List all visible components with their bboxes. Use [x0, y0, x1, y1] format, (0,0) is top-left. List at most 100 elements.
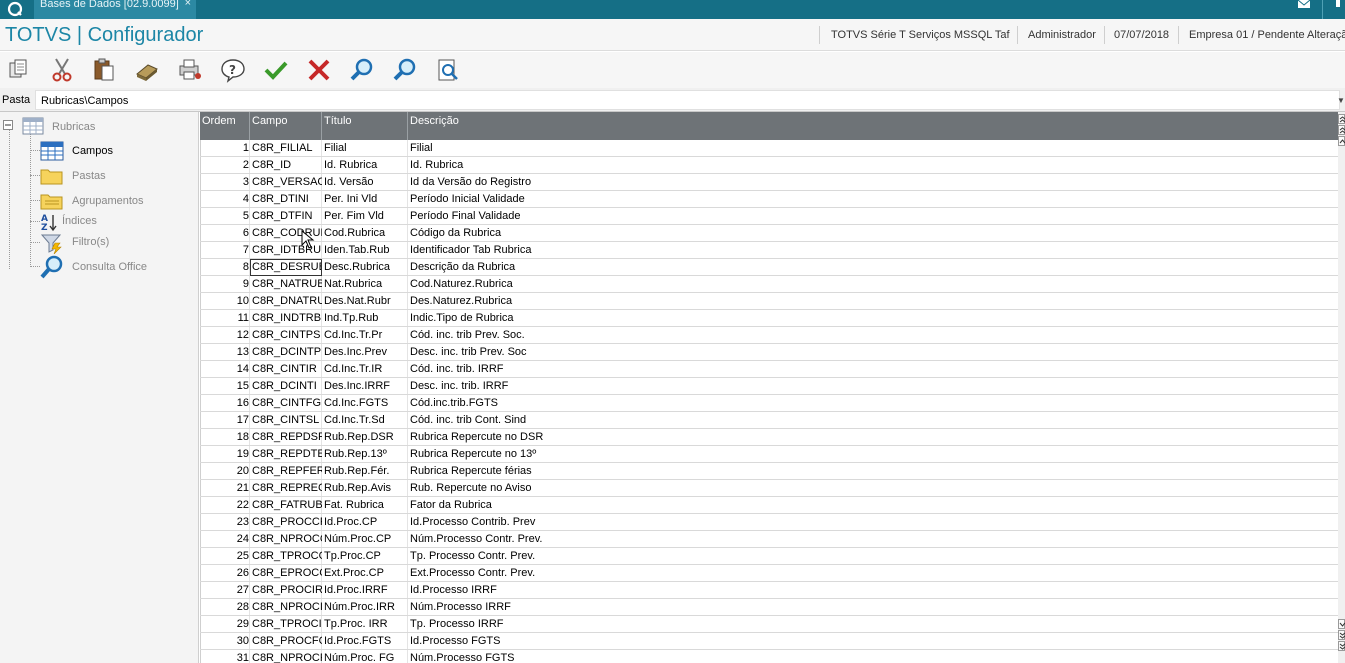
cell-ordem[interactable]: 23	[200, 516, 249, 528]
cell-campo[interactable]: C8R_DTINI	[252, 193, 322, 205]
cell-campo[interactable]: C8R_DCINTI	[252, 380, 322, 392]
cell-descricao[interactable]: Cód.inc.trib.FGTS	[410, 397, 1310, 409]
cell-descricao[interactable]: Id.Processo FGTS	[410, 635, 1310, 647]
cell-campo[interactable]: C8R_DNATRU	[252, 295, 322, 307]
cell-campo[interactable]: C8R_NPROCF	[252, 652, 322, 663]
confirm-button[interactable]	[263, 57, 289, 83]
table-row[interactable]: 9 C8R_NATRUB Nat.Rubrica Cod.Naturez.Rubric…	[200, 276, 1338, 293]
cell-ordem[interactable]: 21	[200, 482, 249, 494]
cell-ordem[interactable]: 8	[200, 261, 249, 273]
tree-item-indices[interactable]: A Z Índices	[40, 212, 190, 232]
cell-ordem[interactable]: 16	[200, 397, 249, 409]
table-row[interactable]: 27 C8R_PROCIR Id.Proc.IRRF Id.Processo IRRF	[200, 582, 1338, 599]
table-row[interactable]: 7 C8R_IDTBRU Iden.Tab.Rub Identificador Tab…	[200, 242, 1338, 259]
chevron-down-icon[interactable]: ▼	[1337, 96, 1345, 105]
cell-campo[interactable]: C8R_CINTIR	[252, 363, 322, 375]
cell-titulo[interactable]: Ind.Tp.Rub	[324, 312, 408, 324]
tree-item-pastas[interactable]: Pastas	[40, 165, 190, 187]
scroll-up-button[interactable]	[1338, 136, 1345, 146]
table-row[interactable]: 22 C8R_FATRUB Fat. Rubrica Fator da Rubrica	[200, 497, 1338, 514]
table-row[interactable]: 10 C8R_DNATRU Des.Nat.Rubr Des.Naturez.Rubr…	[200, 293, 1338, 310]
cell-titulo[interactable]: Iden.Tab.Rub	[324, 244, 408, 256]
cell-descricao[interactable]: Núm.Processo FGTS	[410, 652, 1310, 663]
cell-titulo[interactable]: Cd.Inc.Tr.Pr	[324, 329, 408, 341]
cell-titulo[interactable]: Des.Inc.Prev	[324, 346, 408, 358]
tree-item-rubricas[interactable]: Rubricas	[3, 116, 193, 136]
cell-titulo[interactable]: Id.Proc.CP	[324, 516, 408, 528]
cell-titulo[interactable]: Id. Rubrica	[324, 159, 408, 171]
table-row[interactable]: 14 C8R_CINTIR Cd.Inc.Tr.IR Cód. inc. trib. …	[200, 361, 1338, 378]
cell-ordem[interactable]: 27	[200, 584, 249, 596]
cell-campo[interactable]: C8R_NPROCI	[252, 601, 322, 613]
cell-ordem[interactable]: 6	[200, 227, 249, 239]
cell-descricao[interactable]: Cód. inc. trib Cont. Sind	[410, 414, 1310, 426]
cell-campo[interactable]: C8R_EPROCC	[252, 567, 322, 579]
copy-button[interactable]	[6, 57, 32, 83]
table-row[interactable]: 3 C8R_VERSAC Id. Versão Id da Versão do Reg…	[200, 174, 1338, 191]
cell-titulo[interactable]: Rub.Rep.Avis	[324, 482, 408, 494]
fields-grid[interactable]: Ordem Campo Título Descrição 1 C8R_FILIAL…	[200, 112, 1338, 663]
cell-descricao[interactable]: Rubrica Repercute no DSR	[410, 431, 1310, 443]
cell-campo[interactable]: C8R_DCINTP	[252, 346, 322, 358]
table-row[interactable]: 28 C8R_NPROCI Núm.Proc.IRR Núm.Processo IRR…	[200, 599, 1338, 616]
cell-campo[interactable]: C8R_FILIAL	[252, 142, 322, 154]
cell-ordem[interactable]: 18	[200, 431, 249, 443]
paste-button[interactable]	[91, 57, 117, 83]
scroll-top-button[interactable]	[1338, 114, 1345, 124]
cell-descricao[interactable]: Ext.Processo Contr. Prev.	[410, 567, 1310, 579]
cell-descricao[interactable]: Rubrica Repercute férias	[410, 465, 1310, 477]
cell-campo[interactable]: C8R_CINTFG	[252, 397, 322, 409]
cell-descricao[interactable]: Código da Rubrica	[410, 227, 1310, 239]
column-header-campo[interactable]: Campo	[252, 115, 287, 127]
cell-titulo[interactable]: Id.Proc.FGTS	[324, 635, 408, 647]
table-row[interactable]: 16 C8R_CINTFG Cd.Inc.FGTS Cód.inc.trib.FGTS	[200, 395, 1338, 412]
cell-campo[interactable]: C8R_PROCFG	[252, 635, 322, 647]
tab-close-icon[interactable]: ×	[185, 0, 191, 9]
cell-descricao[interactable]: Id.Processo IRRF	[410, 584, 1310, 596]
cell-descricao[interactable]: Cód. inc. trib Prev. Soc.	[410, 329, 1310, 341]
cell-descricao[interactable]: Indic.Tipo de Rubrica	[410, 312, 1310, 324]
cell-titulo[interactable]: Tp.Proc.CP	[324, 550, 408, 562]
cell-descricao[interactable]: Núm.Processo IRRF	[410, 601, 1310, 613]
tab-bases-de-dados[interactable]: Bases de Dados [02.9.0099] ×	[34, 0, 196, 19]
cell-ordem[interactable]: 15	[200, 380, 249, 392]
cancel-button[interactable]	[306, 57, 332, 83]
cell-ordem[interactable]: 24	[200, 533, 249, 545]
table-row[interactable]: 2 C8R_ID Id. Rubrica Id. Rubrica	[200, 157, 1338, 174]
cell-ordem[interactable]: 13	[200, 346, 249, 358]
cell-titulo[interactable]: Nat.Rubrica	[324, 278, 408, 290]
cell-campo[interactable]: C8R_REPDTE	[252, 448, 322, 460]
cell-ordem[interactable]: 31	[200, 652, 249, 663]
cell-descricao[interactable]: Id. Rubrica	[410, 159, 1310, 171]
table-row[interactable]: 30 C8R_PROCFG Id.Proc.FGTS Id.Processo FGTS	[200, 633, 1338, 650]
cell-titulo[interactable]: Des.Nat.Rubr	[324, 295, 408, 307]
cell-descricao[interactable]: Cod.Naturez.Rubrica	[410, 278, 1310, 290]
cell-campo[interactable]: C8R_REPFER	[252, 465, 322, 477]
tree-item-filtros[interactable]: Filtro(s)	[40, 232, 190, 254]
cell-campo[interactable]: C8R_VERSAC	[252, 176, 322, 188]
find-next-button[interactable]	[392, 57, 418, 83]
table-row[interactable]: 24 C8R_NPROCC Núm.Proc.CP Núm.Processo Cont…	[200, 531, 1338, 548]
cell-ordem[interactable]: 3	[200, 176, 249, 188]
cell-descricao[interactable]: Cód. inc. trib. IRRF	[410, 363, 1310, 375]
cell-ordem[interactable]: 26	[200, 567, 249, 579]
cell-descricao[interactable]: Rub. Repercute no Aviso	[410, 482, 1310, 494]
cell-titulo[interactable]: Núm.Proc.CP	[324, 533, 408, 545]
tree-item-campos[interactable]: Campos	[40, 140, 190, 162]
tree-item-consulta-office[interactable]: Consulta Office	[40, 255, 195, 279]
cell-titulo[interactable]: Tp.Proc. IRR	[324, 618, 408, 630]
cell-ordem[interactable]: 12	[200, 329, 249, 341]
cell-descricao[interactable]: Desc. inc. trib. IRRF	[410, 380, 1310, 392]
cell-ordem[interactable]: 29	[200, 618, 249, 630]
cell-titulo[interactable]: Cod.Rubrica	[324, 227, 408, 239]
cell-titulo[interactable]: Id. Versão	[324, 176, 408, 188]
cell-ordem[interactable]: 4	[200, 193, 249, 205]
scroll-page-down-button[interactable]	[1338, 630, 1345, 640]
cell-ordem[interactable]: 7	[200, 244, 249, 256]
cell-descricao[interactable]: Id.Processo Contrib. Prev	[410, 516, 1310, 528]
cell-ordem[interactable]: 9	[200, 278, 249, 290]
table-row[interactable]: 31 C8R_NPROCF Núm.Proc. FG Núm.Processo FGT…	[200, 650, 1338, 663]
cell-descricao[interactable]: Descrição da Rubrica	[410, 261, 1310, 273]
cell-titulo[interactable]: Des.Inc.IRRF	[324, 380, 408, 392]
table-row[interactable]: 20 C8R_REPFER Rub.Rep.Fér. Rubrica Repercut…	[200, 463, 1338, 480]
